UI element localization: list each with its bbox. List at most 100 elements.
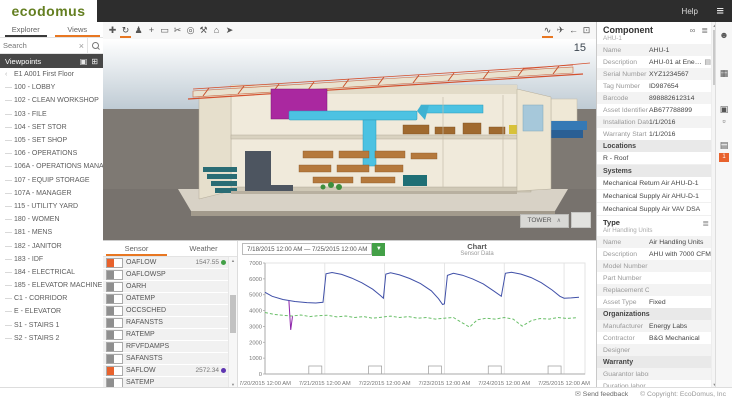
tower-button[interactable]: TOWER ∧ bbox=[520, 214, 569, 228]
sensor-checkbox[interactable] bbox=[106, 366, 123, 376]
sensor-checkbox[interactable] bbox=[106, 282, 123, 292]
menu-icon[interactable]: ≡ bbox=[716, 3, 724, 18]
collapse-icon[interactable]: ▫ bbox=[716, 116, 732, 126]
tree-item-label: 115 - UTILITY YARD bbox=[14, 203, 78, 210]
tree-item[interactable]: —S1 - STAIRS 1 bbox=[0, 319, 103, 332]
viewer-settings-icon[interactable]: ⊡ bbox=[580, 23, 593, 38]
sensor-checkbox[interactable] bbox=[106, 318, 123, 328]
tools-icon[interactable]: ⚒ bbox=[197, 23, 210, 38]
tree-dash-icon: — bbox=[5, 295, 14, 302]
tree-item-label: 181 - MENS bbox=[14, 229, 52, 236]
sensor-checkbox[interactable] bbox=[106, 378, 123, 388]
tree-item[interactable]: —185 - ELEVATOR MACHINE ROOM bbox=[0, 279, 103, 292]
building-model[interactable] bbox=[103, 39, 596, 240]
send-feedback-link[interactable]: ✉Send feedback bbox=[575, 390, 628, 398]
orbit-icon[interactable]: ↻ bbox=[119, 23, 132, 38]
detail-link-label: Mechanical Supply Air AHU-D-1 bbox=[603, 193, 711, 200]
sensor-checkbox[interactable] bbox=[106, 342, 123, 352]
link-icon[interactable]: ∞ bbox=[690, 26, 696, 35]
tree-item[interactable]: —103 - FILE bbox=[0, 108, 103, 121]
profile-icon[interactable]: ☻ bbox=[716, 30, 732, 40]
tree-item[interactable]: —181 - MENS bbox=[0, 226, 103, 239]
tree-item[interactable]: —C1 - CORRIDOR bbox=[0, 292, 103, 305]
detail-link[interactable]: R - Roof bbox=[597, 152, 717, 165]
clipboard-icon[interactable]: ▤ bbox=[716, 140, 732, 151]
sensor-row[interactable]: OCCSCHED bbox=[103, 305, 229, 316]
section-icon[interactable]: ✂ bbox=[171, 23, 184, 38]
sensor-scrollbar[interactable]: ▲ ▼ bbox=[228, 257, 237, 388]
sensor-row[interactable]: SAFANSTS bbox=[103, 353, 229, 364]
help-link[interactable]: Help bbox=[682, 7, 698, 16]
tree-item[interactable]: —106A - OPERATIONS MANAGER bbox=[0, 160, 103, 173]
pan-icon[interactable]: ✚ bbox=[106, 23, 119, 38]
clear-search-icon[interactable]: × bbox=[76, 41, 87, 51]
tree-item[interactable]: —106 - OPERATIONS bbox=[0, 147, 103, 160]
viewer-canvas[interactable]: 15 TOWER ∧ bbox=[103, 39, 596, 240]
sensor-row[interactable]: RATEMP bbox=[103, 329, 229, 340]
tree-item[interactable]: ‹E1 A001 First Floor bbox=[0, 68, 103, 81]
scroll-up-icon[interactable]: ▲ bbox=[229, 258, 237, 263]
tree-item[interactable]: —182 - JANITOR bbox=[0, 239, 103, 252]
sensor-row[interactable]: OAFLOWSP bbox=[103, 269, 229, 280]
save-icon[interactable]: ▣ bbox=[716, 104, 732, 115]
sensor-row[interactable]: OAFLOW1547.55 bbox=[103, 257, 229, 268]
viewer-count-badge: 15 bbox=[574, 42, 586, 54]
sensor-row[interactable]: RAFANSTS bbox=[103, 317, 229, 328]
sensor-row[interactable]: RFVFDAMPS bbox=[103, 341, 229, 352]
tree-item[interactable]: —105 - SET SHOP bbox=[0, 134, 103, 147]
logo[interactable]: ecodomus bbox=[0, 0, 97, 22]
tab-sensor[interactable]: Sensor bbox=[103, 241, 170, 256]
back-icon[interactable]: ← bbox=[567, 23, 580, 38]
tree-item[interactable]: —104 - SET STOR bbox=[0, 121, 103, 134]
notification-badge[interactable]: 1 bbox=[719, 153, 729, 162]
camera-icon[interactable]: ▣ bbox=[80, 57, 88, 66]
fly-icon[interactable]: ✈ bbox=[554, 23, 567, 38]
field-value: 898882612314 bbox=[649, 95, 711, 102]
sensor-label: RFVFDAMPS bbox=[126, 343, 226, 350]
tab-views[interactable]: Views bbox=[52, 22, 104, 37]
tree-item[interactable]: —183 - IDF bbox=[0, 253, 103, 266]
home-icon[interactable]: ⌂ bbox=[210, 23, 223, 38]
detail-link[interactable]: Mechanical Supply Air VAV DSA bbox=[597, 203, 717, 216]
tree-item[interactable]: —S2 - STAIRS 2 bbox=[0, 332, 103, 345]
tree-item-label: E - ELEVATOR bbox=[14, 308, 61, 315]
apps-grid-icon[interactable]: ▦ bbox=[716, 68, 732, 79]
search-icon[interactable] bbox=[87, 38, 103, 53]
tree-item[interactable]: —107 - EQUIP STORAGE bbox=[0, 174, 103, 187]
tree-item[interactable]: —184 - ELECTRICAL bbox=[0, 266, 103, 279]
tree-dash-icon: — bbox=[5, 137, 14, 144]
tree-item[interactable]: —102 - CLEAN WORKSHOP bbox=[0, 94, 103, 107]
search-input[interactable] bbox=[0, 41, 76, 50]
tree-item[interactable]: —107A - MANAGER bbox=[0, 187, 103, 200]
detail-link[interactable]: Mechanical Return Air AHU-D-1 bbox=[597, 177, 717, 190]
tab-weather[interactable]: Weather bbox=[170, 241, 237, 256]
tree-item[interactable]: —180 - WOMEN bbox=[0, 213, 103, 226]
date-range-caret-icon[interactable]: ▼ bbox=[372, 243, 385, 256]
detail-link[interactable]: Mechanical Supply Air AHU-D-1 bbox=[597, 190, 717, 203]
sensor-row[interactable]: OARH bbox=[103, 281, 229, 292]
sensor-checkbox[interactable] bbox=[106, 330, 123, 340]
sensor-checkbox[interactable] bbox=[106, 258, 123, 268]
zoom-icon[interactable]: + bbox=[145, 23, 158, 38]
sensor-checkbox[interactable] bbox=[106, 294, 123, 304]
tree-item[interactable]: —E - ELEVATOR bbox=[0, 305, 103, 318]
chart-mode-icon[interactable]: ∿ bbox=[541, 23, 554, 38]
focus-icon[interactable]: ◎ bbox=[184, 23, 197, 38]
tower-extra-button[interactable] bbox=[571, 212, 591, 228]
walk-icon[interactable]: ♟ bbox=[132, 23, 145, 38]
add-folder-icon[interactable]: ⊞ bbox=[91, 57, 98, 66]
sensor-row[interactable]: SAFLOW2572.34 bbox=[103, 365, 229, 376]
list-menu-icon[interactable]: ≣ bbox=[701, 26, 708, 35]
sensor-checkbox[interactable] bbox=[106, 354, 123, 364]
date-range-button[interactable]: 7/18/2015 12:00 AM — 7/25/2015 12:00 AM … bbox=[242, 243, 385, 255]
tree-item[interactable]: —115 - UTILITY YARD bbox=[0, 200, 103, 213]
scroll-thumb[interactable] bbox=[230, 295, 236, 333]
sensor-checkbox[interactable] bbox=[106, 306, 123, 316]
send-feedback-label: Send feedback bbox=[583, 391, 628, 398]
sensor-row[interactable]: OATEMP bbox=[103, 293, 229, 304]
tree-item[interactable]: —100 - LOBBY bbox=[0, 81, 103, 94]
sensor-checkbox[interactable] bbox=[106, 270, 123, 280]
select-window-icon[interactable]: ▭ bbox=[158, 23, 171, 38]
pointer-icon[interactable]: ➤ bbox=[223, 23, 236, 38]
tab-explorer[interactable]: Explorer bbox=[0, 22, 52, 37]
